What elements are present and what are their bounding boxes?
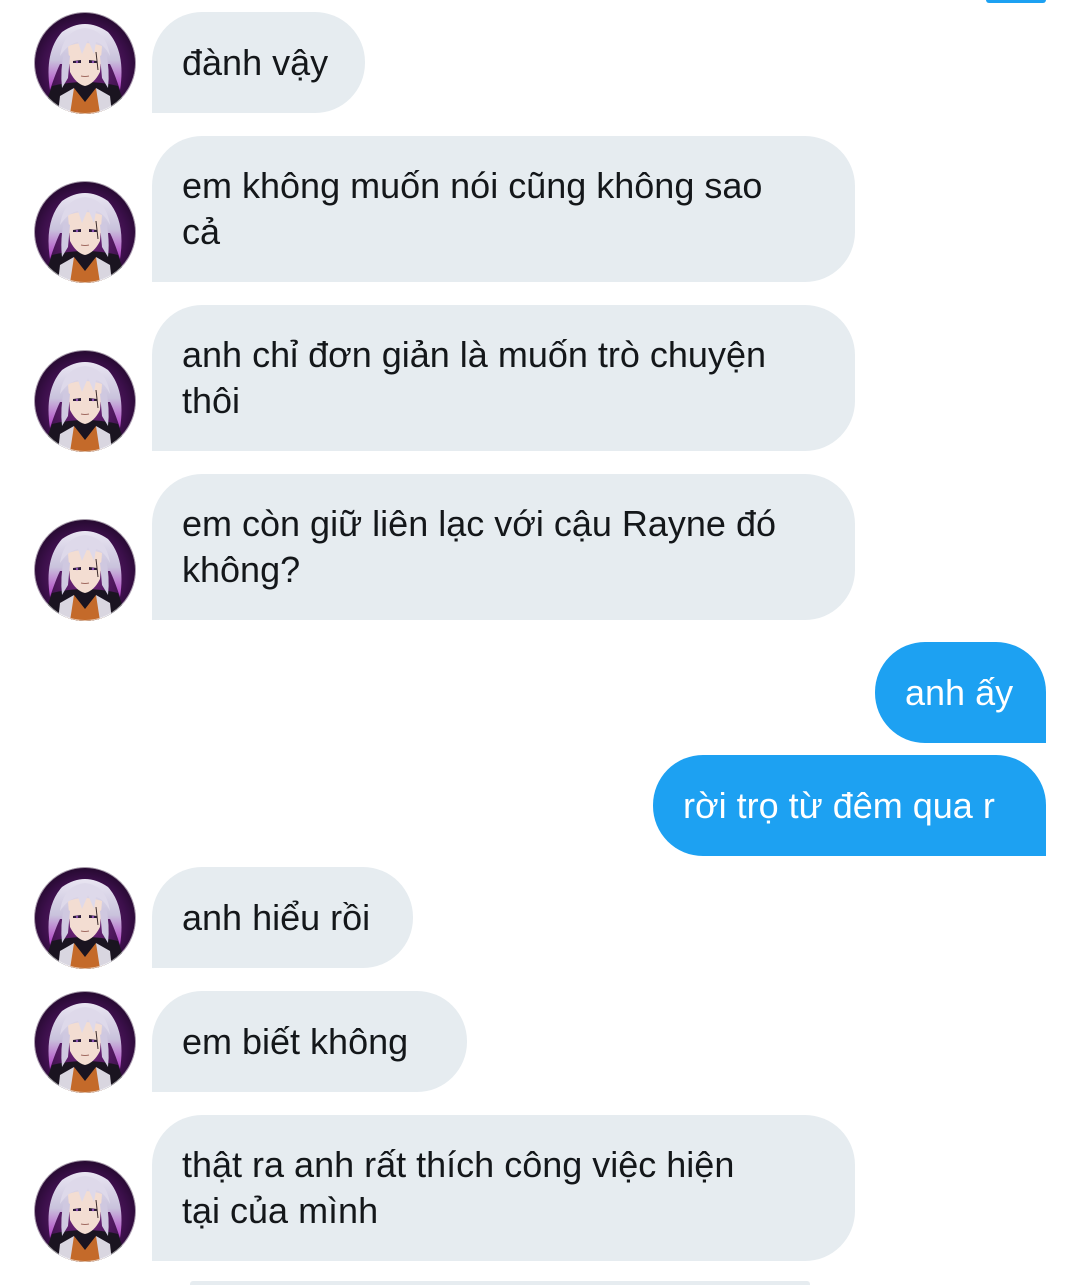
avatar-icon[interactable] <box>34 350 136 452</box>
avatar-icon[interactable] <box>34 181 136 283</box>
message-bubble-incoming[interactable]: đành vậy <box>152 12 365 113</box>
message-bubble-incoming[interactable]: em còn giữ liên lạc với cậu Rayne đó khô… <box>152 474 855 620</box>
message-bubble-incoming[interactable]: anh chỉ đơn giản là muốn trò chuyện thôi <box>152 305 855 451</box>
previous-message-bubble-edge <box>986 0 1046 3</box>
message-bubble-incoming[interactable]: em không muốn nói cũng không sao cả <box>152 136 855 282</box>
avatar-icon[interactable] <box>34 1160 136 1262</box>
avatar-icon[interactable] <box>34 991 136 1093</box>
avatar-icon[interactable] <box>34 867 136 969</box>
message-bubble-incoming[interactable]: anh hiểu rồi <box>152 867 413 968</box>
message-bubble-incoming[interactable]: thật ra anh rất thích công việc hiện tại… <box>152 1115 855 1261</box>
message-bubble-incoming[interactable]: em biết không <box>152 991 467 1092</box>
message-bubble-outgoing[interactable]: rời trọ từ đêm qua r <box>653 755 1046 856</box>
message-bubble-outgoing[interactable]: anh ấy <box>875 642 1046 743</box>
next-message-bubble-edge <box>190 1281 810 1285</box>
avatar-icon[interactable] <box>34 519 136 621</box>
avatar-icon[interactable] <box>34 12 136 114</box>
